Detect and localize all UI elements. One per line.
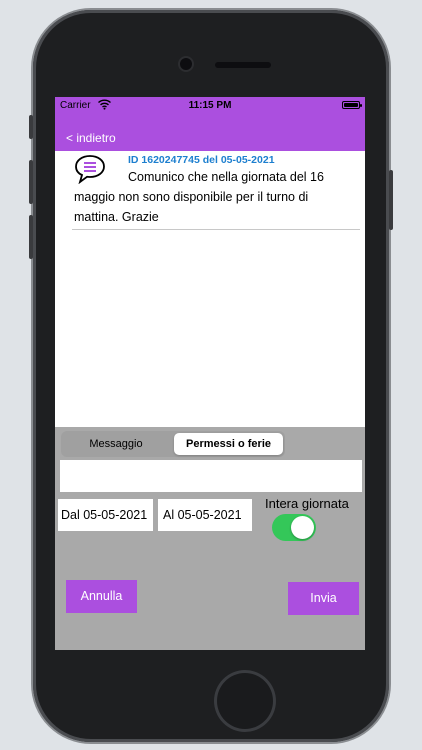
date-to-field[interactable]: Al 05-05-2021 [158,499,252,531]
full-day-label: Intera giornata [265,496,349,511]
power-button [389,170,393,230]
segmented-control: Messaggio Permessi o ferie [61,431,285,457]
segment-messaggio[interactable]: Messaggio [63,433,169,455]
request-text-input[interactable] [60,460,362,492]
toggle-knob [291,516,314,539]
segment-permessi-ferie[interactable]: Permessi o ferie [174,433,283,455]
cancel-button[interactable]: Annulla [66,580,137,613]
message-id: ID 1620247745 del 05-05-2021 [128,154,275,166]
volume-down-button [29,215,33,259]
date-from-field[interactable]: Dal 05-05-2021 [58,499,153,531]
home-button[interactable] [214,670,276,732]
mute-switch [29,115,33,139]
send-button[interactable]: Invia [288,582,359,615]
nav-header: Carrier 11:15 PM < indietro [55,97,365,151]
message-text: Comunico che nella giornata del 16 maggi… [74,170,324,224]
front-camera [180,58,192,70]
battery-icon [342,101,362,109]
app-screen: Carrier 11:15 PM < indietro ID 162024774… [55,97,365,650]
status-time: 11:15 PM [188,100,232,111]
compose-panel: Messaggio Permessi o ferie Dal 05-05-202… [55,427,365,650]
back-link[interactable]: < indietro [66,131,116,145]
volume-up-button [29,160,33,204]
full-day-toggle[interactable] [272,514,316,541]
earpiece-speaker [215,62,271,68]
message-list-item[interactable]: ID 1620247745 del 05-05-2021 Comunico ch… [72,152,360,230]
